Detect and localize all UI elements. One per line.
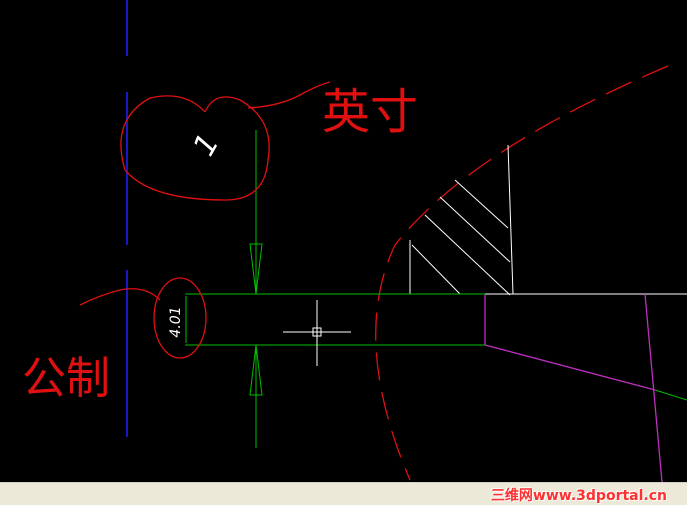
status-bar: 三维网www.3dportal.cn — [0, 482, 687, 505]
inch-annotation: 英寸 — [322, 84, 418, 140]
dimension-lines — [185, 130, 485, 448]
hatch-region — [409, 144, 514, 296]
red-markup — [79, 81, 331, 359]
crosshair-cursor — [283, 300, 351, 366]
drawing-canvas[interactable]: 4.01 1 英寸 公制 — [0, 0, 687, 482]
magenta-edges — [484, 293, 663, 482]
inch-dimension-text: 1 — [187, 128, 227, 162]
cad-window: 4.01 1 英寸 公制 三维网www.3dportal.cn — [0, 0, 687, 505]
green-edge — [654, 389, 687, 401]
metric-dimension-text: 4.01 — [168, 306, 184, 337]
watermark: 三维网www.3dportal.cn — [490, 488, 667, 504]
dashed-arc — [375, 65, 669, 481]
metric-annotation: 公制 — [22, 353, 110, 404]
